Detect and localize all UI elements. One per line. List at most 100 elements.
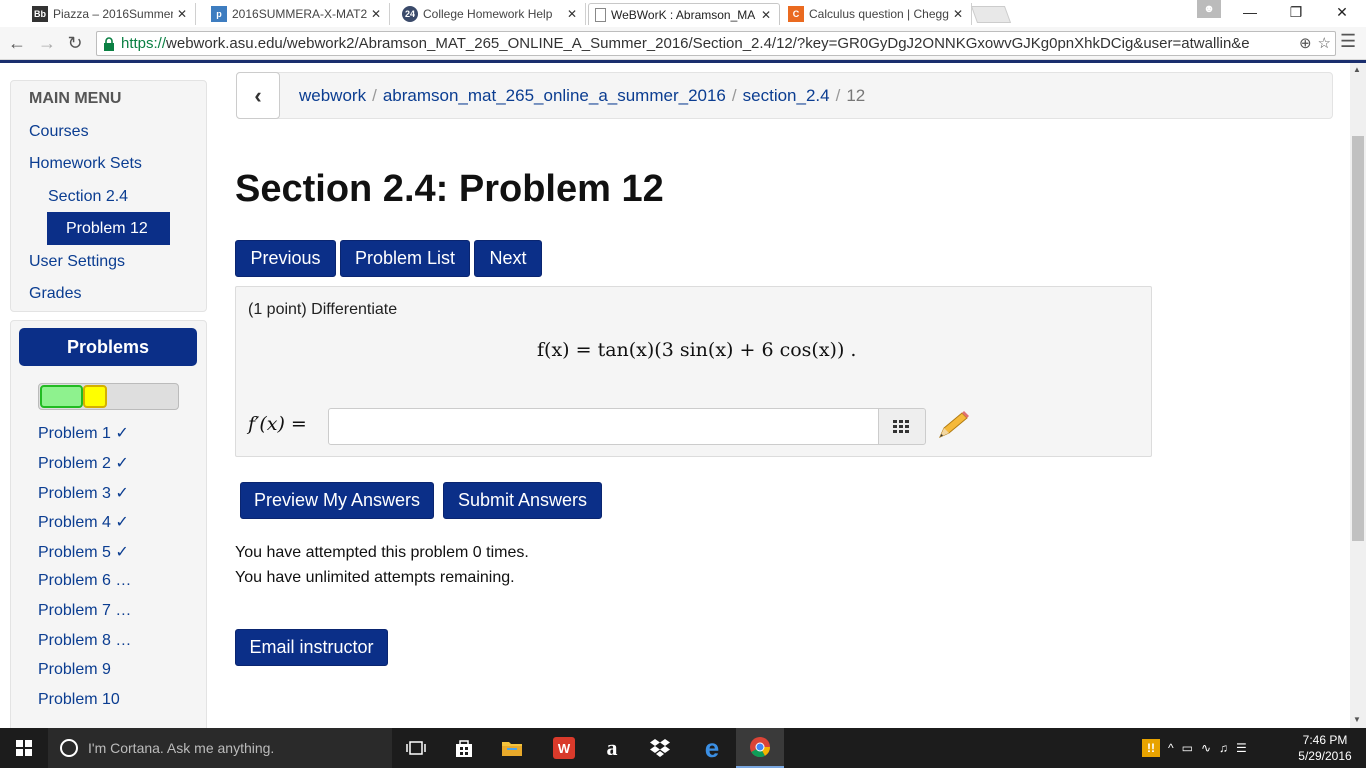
problem-list-item[interactable]: Problem 8 … (38, 632, 131, 650)
breadcrumb-section[interactable]: section_2.4 (743, 86, 830, 105)
problem-list-item[interactable]: Problem 2 ✓ (38, 453, 129, 473)
back-button[interactable]: ‹ (236, 72, 280, 119)
sidebar-item-current-problem[interactable]: Problem 12 (47, 212, 170, 245)
store-icon[interactable] (440, 728, 488, 768)
restore-icon[interactable]: ❐ (1273, 0, 1319, 24)
page-title: Section 2.4: Problem 12 (235, 168, 664, 210)
problem-list-item[interactable]: Problem 10 (38, 691, 120, 709)
close-window-icon[interactable]: ✕ (1319, 0, 1365, 24)
problem-list-item[interactable]: Problem 5 ✓ (38, 542, 129, 562)
bookmark-star-icon[interactable]: ☆ (1318, 34, 1331, 52)
problem-list-item[interactable]: Problem 4 ✓ (38, 512, 129, 532)
attempts-remaining: You have unlimited attempts remaining. (235, 569, 515, 586)
problem-intro: (1 point) Differentiate (248, 301, 398, 318)
battery-icon[interactable]: ▭ (1182, 741, 1193, 755)
close-icon[interactable]: ✕ (371, 7, 381, 21)
breadcrumb-separator: / (372, 86, 377, 105)
task-view-icon[interactable] (392, 728, 440, 768)
sidebar-item-grades[interactable]: Grades (29, 285, 81, 303)
close-icon[interactable]: ✕ (761, 8, 771, 22)
problem-formula: f(x) = tan(x)(3 sin(x) + 6 cos(x)) . (537, 339, 857, 361)
tab-label: WeBWorK : Abramson_MA (611, 7, 756, 22)
address-bar[interactable]: https://webwork.asu.edu/webwork2/Abramso… (96, 31, 1336, 56)
url-scheme: https:// (121, 35, 167, 52)
tab-label: 2016SUMMERA-X-MAT26 (232, 7, 367, 21)
breadcrumb-course[interactable]: abramson_mat_265_online_a_summer_2016 (383, 86, 726, 105)
sidebar-item-homework-sets[interactable]: Homework Sets (29, 155, 142, 173)
sidebar-item-section[interactable]: Section 2.4 (48, 188, 128, 206)
clock[interactable]: 7:46 PM 5/29/2016 (1290, 732, 1360, 764)
breadcrumb-trail: webwork / abramson_mat_265_online_a_summer… (299, 86, 865, 106)
sidebar-item-user-settings[interactable]: User Settings (29, 253, 125, 271)
tab-piazza[interactable]: Bb Piazza – 2016SummerA-X ✕ (26, 3, 196, 25)
next-button[interactable]: Next (474, 240, 542, 277)
previous-button[interactable]: Previous (235, 240, 336, 277)
scrollbar-thumb[interactable] (1352, 136, 1364, 541)
problem-list-item[interactable]: Problem 3 ✓ (38, 483, 129, 503)
breadcrumb: ‹ webwork / abramson_mat_265_online_a_summ… (236, 72, 1333, 119)
cortana-icon (60, 739, 78, 757)
chevron-left-icon: ‹ (254, 82, 262, 108)
amazon-icon[interactable]: a (588, 728, 636, 768)
notification-alert-icon[interactable]: !! (1142, 739, 1160, 757)
problem-list-item[interactable]: Problem 9 (38, 661, 111, 679)
cortana-search[interactable]: I'm Cortana. Ask me anything. (48, 728, 392, 768)
forward-arrow-icon[interactable]: → (36, 32, 58, 54)
email-instructor-button[interactable]: Email instructor (235, 629, 388, 666)
minimize-icon[interactable]: — (1227, 0, 1273, 24)
sidebar-item-courses[interactable]: Courses (29, 123, 89, 141)
problem-box: (1 point) Differentiate f(x) = tan(x)(3 … (235, 286, 1152, 457)
equation-editor-button[interactable] (878, 408, 926, 445)
problem-list-item[interactable]: Problem 7 … (38, 602, 131, 620)
browser-menu-icon[interactable]: ☰ (1340, 31, 1356, 52)
tab-label: Calculus question | Chegg (809, 7, 949, 21)
wps-office-icon[interactable]: W (540, 728, 588, 768)
main-menu-title: MAIN MENU (29, 90, 122, 107)
webwork-page: MAIN MENU Courses Homework Sets Section … (0, 63, 1350, 728)
scroll-down-icon[interactable]: ▼ (1353, 715, 1361, 724)
zoom-icon[interactable]: ⊕ (1299, 34, 1312, 52)
back-arrow-icon[interactable]: ← (6, 32, 28, 54)
problems-panel: Problems Problem 1 ✓ Problem 2 ✓ Problem 3… (10, 320, 207, 728)
close-icon[interactable]: ✕ (567, 7, 577, 21)
url-text: https://webwork.asu.edu/webwork2/Abramso… (121, 35, 1301, 52)
volume-icon[interactable]: ♫ (1219, 741, 1228, 755)
start-button[interactable] (0, 728, 48, 768)
breadcrumb-separator: / (731, 86, 737, 105)
action-center-icon[interactable]: ☰ (1236, 741, 1247, 755)
submit-answers-button[interactable]: Submit Answers (443, 482, 602, 519)
pencil-icon[interactable] (936, 411, 970, 441)
grid-icon (893, 419, 909, 433)
tab-piazza-class[interactable]: p 2016SUMMERA-X-MAT26 ✕ (205, 3, 390, 25)
breadcrumb-current: 12 (846, 86, 866, 105)
close-icon[interactable]: ✕ (177, 7, 187, 21)
preview-answers-button[interactable]: Preview My Answers (240, 482, 434, 519)
problem-list-button[interactable]: Problem List (340, 240, 470, 277)
clock-time: 7:46 PM (1302, 733, 1348, 747)
chrome-icon[interactable] (736, 728, 784, 768)
breadcrumb-separator: / (835, 86, 841, 105)
windows-logo-icon (16, 740, 32, 756)
main-menu: MAIN MENU Courses Homework Sets Section … (10, 80, 207, 312)
breadcrumb-webwork[interactable]: webwork (299, 86, 366, 105)
problem-list-item[interactable]: Problem 1 ✓ (38, 423, 129, 443)
dropbox-icon[interactable] (636, 728, 684, 768)
edge-browser-icon[interactable]: e (688, 728, 736, 768)
tab-webwork[interactable]: WeBWorK : Abramson_MA ✕ (588, 3, 780, 25)
page-scrollbar[interactable]: ▲ ▼ (1350, 63, 1366, 728)
user-profile-icon[interactable]: ☻ (1197, 0, 1221, 18)
tab-homework-help[interactable]: 24 College Homework Help ✕ (396, 3, 586, 25)
new-tab-button[interactable] (970, 6, 1012, 23)
page-icon (595, 7, 606, 22)
file-explorer-icon[interactable] (488, 728, 536, 768)
answer-input[interactable] (328, 408, 879, 445)
wifi-icon[interactable]: ∿ (1201, 741, 1211, 755)
24-icon: 24 (402, 6, 418, 22)
close-icon[interactable]: ✕ (953, 7, 963, 21)
reload-icon[interactable]: ↻ (64, 32, 86, 54)
scroll-up-icon[interactable]: ▲ (1353, 65, 1361, 74)
progress-bar (38, 383, 179, 410)
tab-chegg[interactable]: C Calculus question | Chegg ✕ (782, 3, 972, 25)
chevron-up-icon[interactable]: ^ (1168, 741, 1174, 755)
problem-list-item[interactable]: Problem 6 … (38, 572, 131, 590)
